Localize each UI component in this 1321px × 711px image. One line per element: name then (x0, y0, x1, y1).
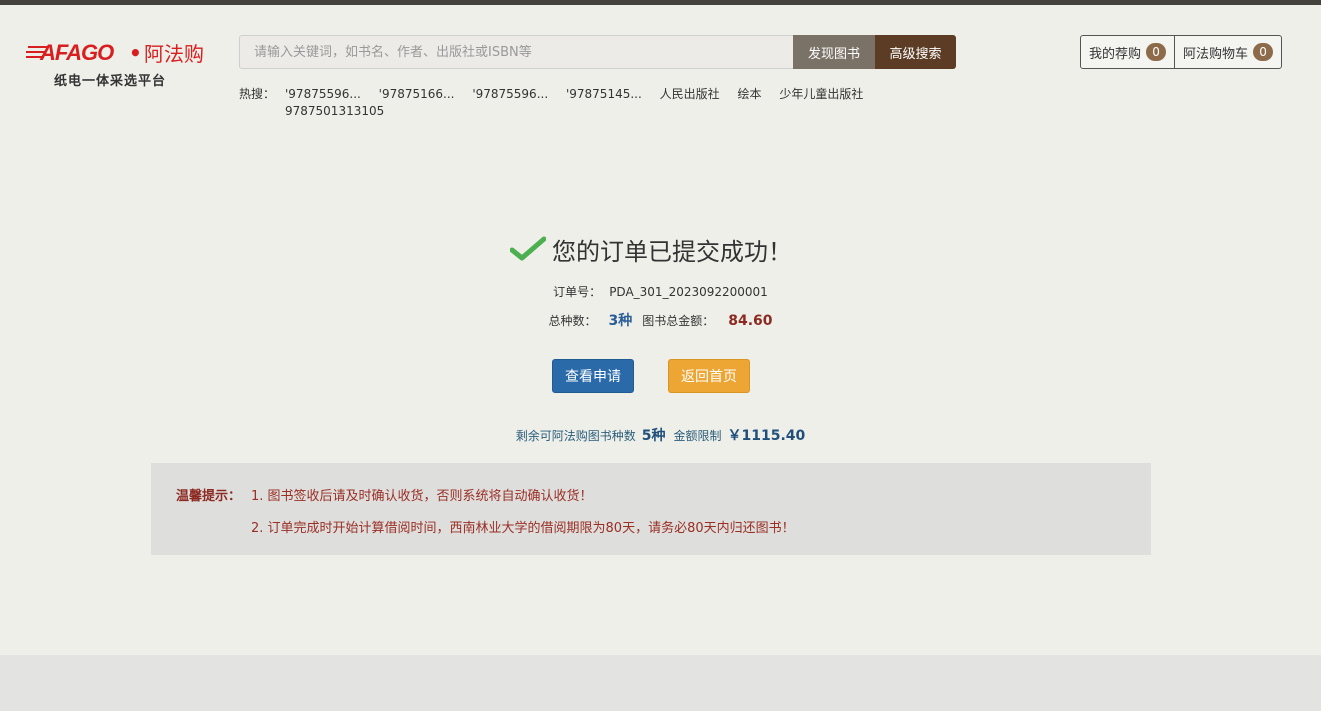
logo-name-cn: 阿法购 (144, 42, 204, 66)
top-bar (0, 0, 1321, 5)
order-success-title: 您的订单已提交成功！ (552, 237, 792, 266)
order-stats-row: 总种数： 3种 图书总金额： 84.60 (0, 310, 1321, 330)
hot-search-item[interactable]: 绘本 (737, 86, 761, 103)
tips-label: 温馨提示： (176, 489, 242, 504)
total-kinds-value: 3种 (608, 313, 633, 329)
order-number-value: PDA_301_2023092200001 (609, 285, 768, 299)
discover-books-button[interactable]: 发现图书 (793, 35, 875, 69)
total-kinds-label: 总种数： (548, 314, 597, 328)
logo-dot: • (129, 41, 142, 65)
logo-tagline: 纸电一体采选平台 (54, 74, 167, 89)
logo-brand-text: AFAGO (40, 40, 114, 65)
hot-searches-list: '97875596... '97875166... '97875596... '… (285, 86, 885, 120)
site-logo[interactable]: AFAGO • 阿法购 纸电一体采选平台 (26, 40, 216, 90)
search-bar: 发现图书 高级搜索 (239, 35, 956, 69)
tip-item: 2. 订单完成时开始计算借阅时间，西南林业大学的借阅期限为80天，请务必80天内… (251, 521, 795, 536)
hot-search-item[interactable]: 人民出版社 (660, 86, 720, 103)
hot-searches-label: 热搜： (239, 87, 276, 101)
hot-search-item[interactable]: 9787501313105 (285, 103, 384, 120)
remaining-kinds-value: 5种 (641, 428, 666, 444)
my-recommendations-label: 我的荐购 (1089, 46, 1142, 62)
user-links: 我的荐购 0 阿法购物车 0 (1080, 35, 1283, 69)
tips-box: 温馨提示： 1. 图书签收后请及时确认收货，否则系统将自动确认收货！ 2. 订单… (151, 463, 1151, 555)
recommendations-count-badge: 0 (1146, 43, 1167, 61)
hot-search-item[interactable]: '97875145... (566, 86, 642, 103)
order-success-header: 您的订单已提交成功！ (510, 232, 792, 266)
total-amount-label: 图书总金额： (642, 314, 715, 328)
search-input[interactable] (239, 35, 793, 69)
amount-limit-label: 金额限制 (673, 429, 722, 443)
remaining-kinds-label: 剩余可阿法购图书种数 (515, 429, 636, 443)
order-number-label: 订单号： (553, 285, 602, 299)
return-home-button[interactable]: 返回首页 (668, 359, 750, 393)
total-amount-value: 84.60 (728, 313, 773, 329)
cart-count-badge: 0 (1253, 43, 1274, 61)
order-number-row: 订单号： PDA_301_2023092200001 (0, 283, 1321, 300)
hot-search-item[interactable]: '97875596... (472, 86, 548, 103)
check-icon (510, 236, 546, 261)
hot-search-item[interactable]: '97875596... (285, 86, 361, 103)
remaining-quota-row: 剩余可阿法购图书种数 5种 金额限制 ￥1115.40 (0, 425, 1321, 445)
amount-limit-value: ￥1115.40 (727, 428, 806, 444)
advanced-search-button[interactable]: 高级搜索 (875, 35, 956, 69)
hot-search-item[interactable]: '97875166... (379, 86, 455, 103)
shopping-cart-label: 阿法购物车 (1183, 46, 1249, 62)
my-recommendations-link[interactable]: 我的荐购 0 (1081, 36, 1174, 68)
tip-item: 1. 图书签收后请及时确认收货，否则系统将自动确认收货！ (251, 489, 593, 504)
view-application-button[interactable]: 查看申请 (552, 359, 634, 393)
hot-search-item[interactable]: 少年儿童出版社 (779, 86, 863, 103)
shopping-cart-link[interactable]: 阿法购物车 0 (1174, 36, 1281, 68)
footer-band (0, 655, 1321, 711)
